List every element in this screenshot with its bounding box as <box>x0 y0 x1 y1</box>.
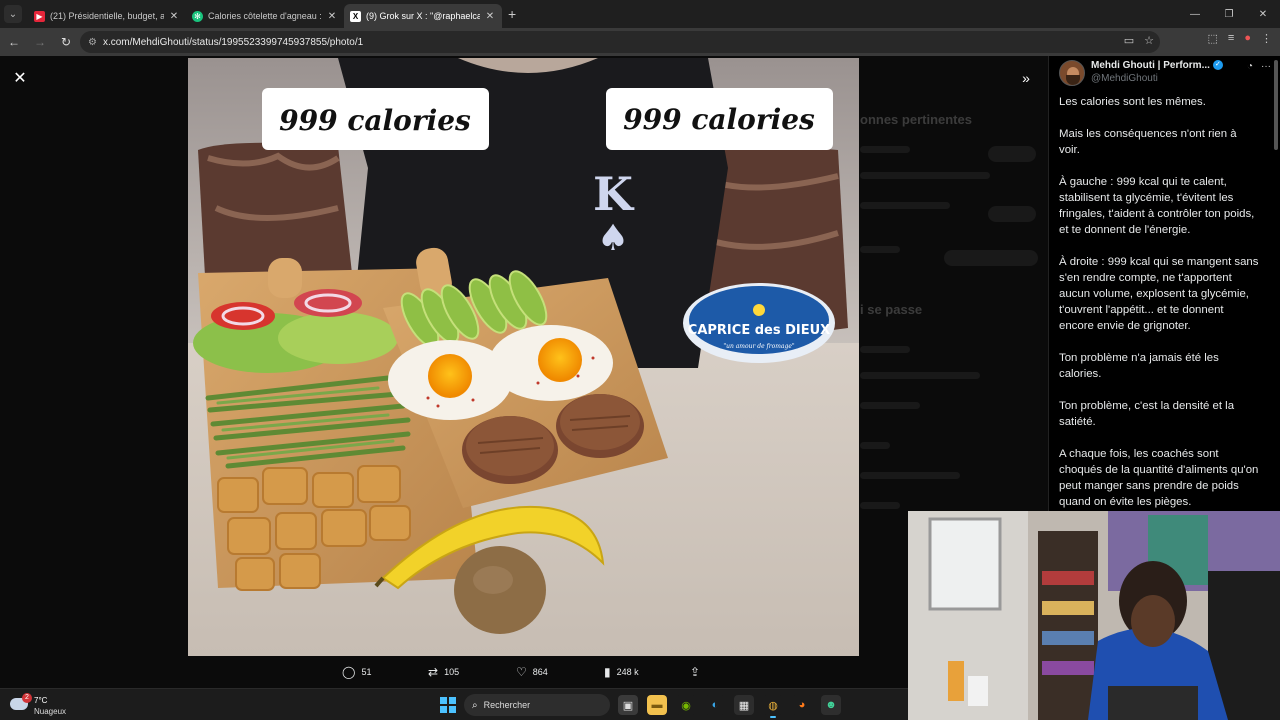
tweet-photo[interactable]: K ♠ CAPRICE des DIEUX "un amour de froma… <box>188 58 859 656</box>
url-text: x.com/MehdiGhouti/status/199552339974593… <box>102 36 364 48</box>
search-placeholder: Rechercher <box>483 700 531 710</box>
address-bar[interactable]: ⚙ x.com/MehdiGhouti/status/1995523399745… <box>80 31 1160 53</box>
author-name[interactable]: Mehdi Ghouti | Perform... ✓ <box>1091 60 1223 71</box>
panel-scrollbar[interactable] <box>1274 60 1278 150</box>
tab-close-icon[interactable]: ✕ <box>484 11 496 22</box>
extensions-icon[interactable]: ⬚ <box>1208 32 1218 45</box>
install-app-icon[interactable]: ▭ <box>1124 34 1134 47</box>
profile-icon[interactable]: ● <box>1244 32 1251 45</box>
like-count: 864 <box>532 667 548 677</box>
more-options-icon[interactable]: ··· <box>1261 61 1271 72</box>
forward-icon[interactable]: → <box>28 30 52 54</box>
taskbar-search[interactable]: ⌕ Rechercher <box>464 694 610 716</box>
youtube-favicon-icon: ▶ <box>34 10 45 22</box>
tweet-paragraph: À gauche : 999 kcal qui te calent, stabi… <box>1059 176 1255 236</box>
tweet-paragraph: A chaque fois, les coachés sont choqués … <box>1059 448 1259 508</box>
bar-chart-icon: ▮ <box>604 665 611 679</box>
view-count: 248 k <box>616 667 639 677</box>
browser-tab-strip: ⌄ ▶ (21) Présidentielle, budget, agr ✕ ✻… <box>0 0 1280 28</box>
tab-close-icon[interactable]: ✕ <box>168 11 180 22</box>
back-icon[interactable]: ← <box>2 30 26 54</box>
brand-tagline: "un amour de fromage" <box>723 343 795 350</box>
repost-button[interactable]: ⇄ 105 <box>428 665 459 679</box>
windows-taskbar: 2 7°C Nuageux ⌕ Rechercher ▣ ▬ ◉ ◐ ▦ ◍ ◕… <box>0 688 908 720</box>
weather-temperature: 7°C <box>34 696 48 705</box>
tab-title: Calories côtelette d'agneau : ap <box>208 11 322 21</box>
views-button[interactable]: ▮ 248 k <box>604 665 639 679</box>
avatar[interactable] <box>1059 60 1085 86</box>
author-handle[interactable]: @MehdiGhouti <box>1091 73 1158 84</box>
reload-icon[interactable]: ↻ <box>54 30 78 54</box>
file-explorer-icon[interactable]: ▬ <box>647 695 667 715</box>
share-icon: ⇪ <box>690 665 701 679</box>
tweet-paragraph: Les calories sont les mêmes. <box>1059 96 1206 108</box>
x-favicon-icon: X <box>350 10 361 22</box>
window-controls: — ❐ ✕ <box>1178 0 1280 28</box>
tab-search-icon[interactable]: ⌄ <box>4 5 22 23</box>
notification-badge: 2 <box>22 693 32 703</box>
sidebar-heading: onnes pertinentes <box>860 112 972 127</box>
reply-button[interactable]: ◯ 51 <box>342 665 371 679</box>
tab-title: (21) Présidentielle, budget, agr <box>50 11 164 21</box>
close-window-icon[interactable]: ✕ <box>1246 0 1280 28</box>
like-button[interactable]: ♡ 864 <box>516 665 548 679</box>
windows-start-icon[interactable] <box>440 697 456 713</box>
tweet-actions: ◯ 51 ⇄ 105 ♡ 864 ▮ 248 k ⇪ <box>340 662 720 682</box>
tweet-author: Mehdi Ghouti | Perform... ✓ @MehdiGhouti … <box>1059 60 1271 86</box>
tab-close-icon[interactable]: ✕ <box>326 11 338 22</box>
weather-condition: Nuageux <box>34 707 67 716</box>
browser-tab-3[interactable]: X (9) Grok sur X : "@raphaelcas45 ✕ <box>344 4 502 28</box>
browser-tab-1[interactable]: ▶ (21) Présidentielle, budget, agr ✕ <box>28 4 186 28</box>
repost-count: 105 <box>444 667 460 677</box>
card-letter: K <box>593 167 635 221</box>
task-view-icon[interactable]: ▣ <box>618 695 638 715</box>
nvidia-icon[interactable]: ◉ <box>676 695 696 715</box>
edge-icon[interactable]: ◐ <box>705 695 725 715</box>
heart-icon: ♡ <box>516 665 527 679</box>
media-icon[interactable]: ≡ <box>1228 32 1234 45</box>
store-icon[interactable]: ▦ <box>734 695 754 715</box>
grok-icon[interactable]: ◔ <box>1247 61 1253 72</box>
share-button[interactable]: ⇪ <box>690 665 706 679</box>
repost-icon: ⇄ <box>428 665 439 679</box>
bookmark-star-icon[interactable]: ☆ <box>1144 34 1154 47</box>
browser-tab-2[interactable]: ✻ Calories côtelette d'agneau : ap ✕ <box>186 4 344 28</box>
brand-name: CAPRICE des DIEUX <box>688 323 830 338</box>
search-icon: ⌕ <box>472 699 478 711</box>
chrome-icon[interactable]: ◍ <box>763 695 783 718</box>
tweet-paragraph: Ton problème, c'est la densité et la sat… <box>1059 400 1235 428</box>
reply-icon: ◯ <box>342 665 356 679</box>
tweet-paragraph: À droite : 999 kcal qui se mangent sans … <box>1059 256 1259 332</box>
firefox-icon[interactable]: ◕ <box>792 695 812 715</box>
double-chevron-icon[interactable]: » <box>1016 68 1036 88</box>
restore-icon[interactable]: ❐ <box>1212 0 1246 28</box>
site-info-icon[interactable]: ⚙ <box>88 37 97 48</box>
tweet-paragraph: Mais les conséquences n'ont rien à voir. <box>1059 128 1237 156</box>
close-icon[interactable]: ✕ <box>10 68 30 88</box>
label-left: 999 calories <box>279 104 471 137</box>
svg-text:♠: ♠ <box>597 218 629 259</box>
tweet-panel: Mehdi Ghouti | Perform... ✓ @MehdiGhouti … <box>1048 56 1280 512</box>
tweet-text: Les calories sont les mêmes. Mais les co… <box>1059 94 1259 526</box>
browser-menu-icon[interactable]: ⋮ <box>1261 32 1272 45</box>
minimize-icon[interactable]: — <box>1178 0 1212 28</box>
webcam-overlay <box>908 511 1280 720</box>
reply-count: 51 <box>361 667 372 677</box>
label-right: 999 calories <box>623 103 815 136</box>
photo-viewer: ✕ » onnes pertinentes i se passe K ♠ CAP… <box>0 56 1048 688</box>
discord-icon[interactable]: ☻ <box>821 695 841 715</box>
weather-widget[interactable]: 2 7°C Nuageux <box>10 693 80 717</box>
chatgpt-favicon-icon: ✻ <box>192 10 203 22</box>
verified-badge-icon: ✓ <box>1212 60 1223 71</box>
tab-title: (9) Grok sur X : "@raphaelcas45 <box>366 11 480 21</box>
sidebar-heading: i se passe <box>860 302 923 317</box>
browser-toolbar: ← → ↻ ⚙ x.com/MehdiGhouti/status/1995523… <box>0 28 1280 56</box>
new-tab-icon[interactable]: + <box>508 6 516 22</box>
tweet-paragraph: Ton problème n'a jamais été les calories… <box>1059 352 1219 380</box>
